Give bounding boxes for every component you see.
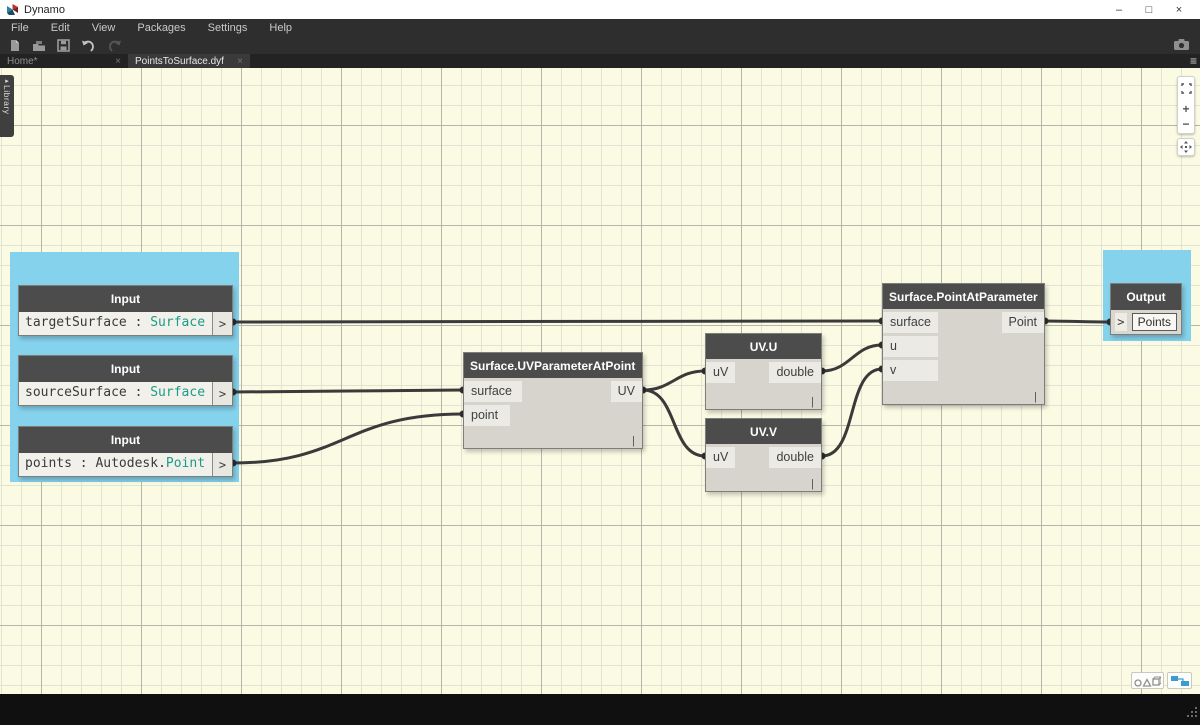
maximize-button[interactable]: □ xyxy=(1134,4,1164,16)
menu-file[interactable]: File xyxy=(0,22,40,34)
input-port-surface[interactable]: surface xyxy=(883,312,938,333)
tool-bar xyxy=(0,36,1200,54)
node-header[interactable]: Input xyxy=(19,286,232,312)
wire[interactable] xyxy=(822,369,882,456)
menu-help[interactable]: Help xyxy=(258,22,303,34)
output-port-point[interactable]: Point xyxy=(1002,312,1044,333)
open-file-icon[interactable] xyxy=(32,39,46,52)
library-panel-tab[interactable]: ▸ Library xyxy=(0,75,14,137)
node-header[interactable]: Input xyxy=(19,356,232,382)
input-code-text[interactable]: points : Autodesk.Point xyxy=(19,453,212,476)
lacing-indicator[interactable]: | xyxy=(1034,391,1037,403)
window-titlebar: Dynamo – □ × xyxy=(0,0,1200,19)
tab-active-label: PointsToSurface.dyf xyxy=(135,56,224,67)
node-header[interactable]: Input xyxy=(19,427,232,453)
dynamo-logo-icon xyxy=(7,4,18,15)
menu-packages[interactable]: Packages xyxy=(126,22,196,34)
pan-tool-button[interactable] xyxy=(1177,138,1195,156)
output-port[interactable]: > xyxy=(212,312,232,335)
window-controls: – □ × xyxy=(1104,0,1194,19)
lacing-indicator[interactable]: | xyxy=(632,435,635,447)
workspace-tab-bar: Home* × PointsToSurface.dyf × ≡ xyxy=(0,54,1200,68)
output-port-double[interactable]: double xyxy=(769,447,821,468)
wire[interactable] xyxy=(1045,321,1110,322)
tab-overflow-menu-icon[interactable]: ≡ xyxy=(1190,54,1197,68)
node-header[interactable]: UV.U xyxy=(706,334,821,359)
tab-home-close-icon[interactable]: × xyxy=(115,56,121,67)
input-port[interactable]: > xyxy=(1115,313,1127,331)
node-uv-v[interactable]: UV.V uV double | xyxy=(705,418,822,492)
node-surface-uvparameteratpoint[interactable]: Surface.UVParameterAtPoint surface point… xyxy=(463,352,643,449)
wire[interactable] xyxy=(233,390,463,392)
minimize-button[interactable]: – xyxy=(1104,4,1134,16)
lacing-indicator[interactable]: | xyxy=(811,396,814,408)
output-name-field[interactable]: Points xyxy=(1132,313,1177,331)
node-header[interactable]: UV.V xyxy=(706,419,821,444)
zoom-fit-icon[interactable] xyxy=(1181,81,1192,99)
undo-icon[interactable] xyxy=(81,39,96,52)
node-input-targetsurface[interactable]: Input targetSurface : Surface > xyxy=(18,285,233,336)
input-port-point[interactable]: point xyxy=(464,405,510,426)
tab-active-close-icon[interactable]: × xyxy=(237,56,243,67)
menu-settings[interactable]: Settings xyxy=(197,22,259,34)
resize-grip[interactable] xyxy=(1185,705,1198,723)
node-input-points[interactable]: Input points : Autodesk.Point > xyxy=(18,426,233,477)
wire[interactable] xyxy=(233,414,463,463)
input-port-v[interactable]: v xyxy=(883,360,938,381)
output-port[interactable]: > xyxy=(212,382,232,405)
node-header[interactable]: Surface.UVParameterAtPoint xyxy=(464,353,642,378)
node-surface-pointatparameter[interactable]: Surface.PointAtParameter surface u v Poi… xyxy=(882,283,1045,405)
status-bottom-bar xyxy=(0,694,1200,725)
input-code-text[interactable]: sourceSurface : Surface xyxy=(19,382,212,405)
view-toggle-buttons xyxy=(1131,672,1192,689)
redo-icon[interactable] xyxy=(107,39,122,52)
input-port-u[interactable]: u xyxy=(883,336,938,357)
wire[interactable] xyxy=(233,321,882,322)
geometry-view-icon xyxy=(1134,675,1161,687)
wire[interactable] xyxy=(643,390,705,456)
workspace-canvas[interactable]: ▸ Library Input targetSurface : Surface … xyxy=(0,68,1200,694)
input-port-surface[interactable]: surface xyxy=(464,381,522,402)
graph-view-button[interactable] xyxy=(1167,672,1192,689)
lacing-indicator[interactable]: | xyxy=(811,478,814,490)
save-icon[interactable] xyxy=(57,39,70,52)
node-header[interactable]: Surface.PointAtParameter xyxy=(883,284,1044,309)
node-uv-u[interactable]: UV.U uV double | xyxy=(705,333,822,410)
output-port-double[interactable]: double xyxy=(769,362,821,383)
menu-edit[interactable]: Edit xyxy=(40,22,81,34)
menu-view[interactable]: View xyxy=(81,22,127,34)
tab-home-label: Home* xyxy=(7,56,38,67)
canvas-zoom-panel: + − xyxy=(1177,76,1195,134)
menu-bar: File Edit View Packages Settings Help xyxy=(0,19,1200,36)
tab-pointstosurface[interactable]: PointsToSurface.dyf × xyxy=(128,54,250,68)
tab-home[interactable]: Home* × xyxy=(0,54,128,68)
graph-view-icon xyxy=(1171,676,1189,686)
node-input-sourcesurface[interactable]: Input sourceSurface : Surface > xyxy=(18,355,233,406)
output-port-uv[interactable]: UV xyxy=(611,381,642,402)
new-file-icon[interactable] xyxy=(8,39,21,52)
output-port[interactable]: > xyxy=(212,453,232,476)
close-button[interactable]: × xyxy=(1164,4,1194,16)
input-port-uv[interactable]: uV xyxy=(706,447,735,468)
app-title: Dynamo xyxy=(24,4,65,16)
node-output-points[interactable]: Output > Points xyxy=(1110,283,1182,335)
chevron-right-icon: ▸ xyxy=(5,78,9,85)
zoom-out-button[interactable]: − xyxy=(1182,119,1189,129)
geometry-view-button[interactable] xyxy=(1131,672,1164,689)
library-tab-label: Library xyxy=(2,85,12,114)
wire[interactable] xyxy=(643,371,705,390)
input-code-text[interactable]: targetSurface : Surface xyxy=(19,312,212,335)
input-port-uv[interactable]: uV xyxy=(706,362,735,383)
node-header[interactable]: Output xyxy=(1111,284,1181,310)
wire[interactable] xyxy=(822,345,882,371)
zoom-in-button[interactable]: + xyxy=(1182,104,1189,114)
